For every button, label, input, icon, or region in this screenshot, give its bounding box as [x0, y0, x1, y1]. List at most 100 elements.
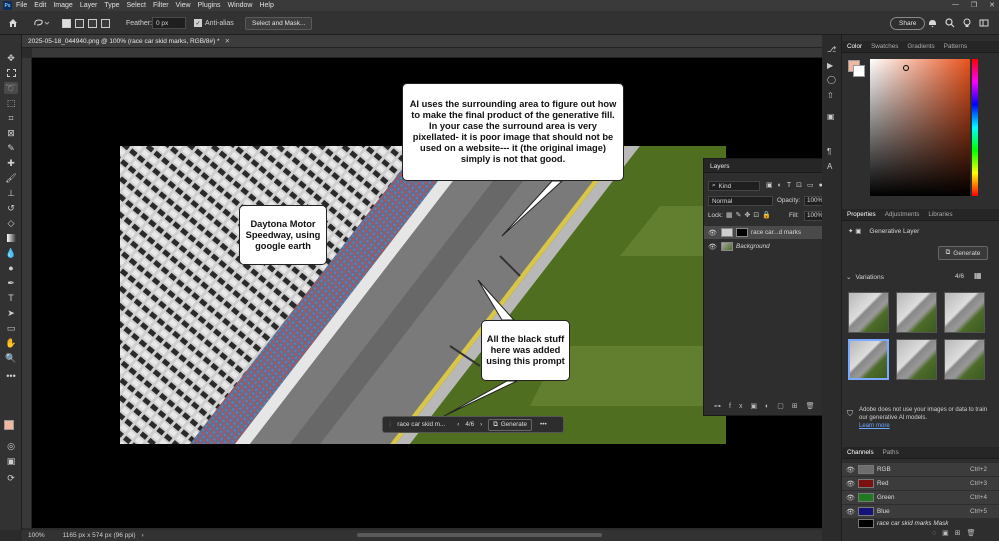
visibility-eye-icon[interactable]: 👁: [708, 229, 717, 237]
tab-color[interactable]: Color: [847, 43, 862, 50]
channel-row[interactable]: 👁 RGB Ctrl+2: [842, 463, 999, 476]
tab-libraries[interactable]: Libraries: [928, 211, 952, 218]
intersect-selection-icon[interactable]: [101, 16, 110, 30]
menu-image[interactable]: Image: [53, 2, 72, 9]
edit-toolbar-icon[interactable]: •••: [4, 370, 18, 382]
menu-filter[interactable]: Filter: [153, 2, 169, 9]
path-selection-tool-icon[interactable]: ➤: [4, 307, 18, 319]
spot-healing-tool-icon[interactable]: ✚: [4, 157, 18, 169]
play-actions-icon[interactable]: ▶: [827, 61, 833, 70]
foreground-color-swatch[interactable]: [4, 420, 14, 430]
chevron-down-icon[interactable]: ⌄: [846, 273, 851, 281]
restore-icon[interactable]: ❐: [971, 1, 977, 9]
new-selection-icon[interactable]: [62, 16, 71, 30]
rectangle-tool-icon[interactable]: ▭: [4, 322, 18, 334]
layer-filter-icons[interactable]: ▣◐T⊡▭●: [766, 181, 828, 189]
layers-footer-icons[interactable]: ⊶fx▣◐▢⊞🗑: [714, 402, 823, 410]
bell-icon[interactable]: [928, 16, 937, 30]
select-and-mask-button[interactable]: Select and Mask...: [245, 16, 313, 30]
taskbar-generate-button[interactable]: ⧉ Generate: [488, 418, 533, 431]
background-swatch[interactable]: [853, 65, 865, 77]
history-icon[interactable]: ⎇: [827, 45, 836, 54]
variation-thumbnail[interactable]: [896, 292, 937, 333]
libraries-icon[interactable]: ▣: [827, 112, 835, 121]
screen-mode-icon[interactable]: ▣: [4, 455, 18, 467]
dodge-tool-icon[interactable]: ●: [4, 262, 18, 274]
workspace-icon[interactable]: [979, 16, 989, 30]
prompt-input[interactable]: race car skid m...: [397, 421, 451, 428]
channel-row[interactable]: 👁 Blue Ctrl+5: [842, 505, 999, 518]
layers-tab[interactable]: Layers: [710, 163, 730, 170]
gradient-tool-icon[interactable]: [4, 232, 18, 244]
comments-icon[interactable]: ◯: [827, 75, 836, 84]
zoom-level[interactable]: 100%: [28, 532, 45, 539]
feather-input[interactable]: 0 px: [152, 17, 186, 29]
lock-icons[interactable]: ▦✎✥⊡🔒: [726, 211, 774, 219]
properties-generate-button[interactable]: ⧉ Generate: [938, 246, 988, 260]
export-icon[interactable]: ⇧: [827, 91, 834, 100]
lasso-tool-icon[interactable]: ➰: [4, 82, 18, 94]
add-selection-icon[interactable]: [75, 16, 84, 30]
blend-mode-select[interactable]: Normal: [708, 196, 773, 206]
tab-swatches[interactable]: Swatches: [871, 43, 898, 50]
pen-tool-icon[interactable]: ✒: [4, 277, 18, 289]
close-window-icon[interactable]: ✕: [989, 1, 995, 9]
zoom-tool-icon[interactable]: 🔍: [4, 352, 18, 364]
menu-plugins[interactable]: Plugins: [198, 2, 221, 9]
brush-tool-icon[interactable]: 🖌: [4, 172, 18, 184]
eyedropper-tool-icon[interactable]: ✎: [4, 142, 18, 154]
visibility-eye-icon[interactable]: 👁: [846, 494, 855, 502]
hand-tool-icon[interactable]: ✋: [4, 337, 18, 349]
visibility-eye-icon[interactable]: 👁: [846, 508, 855, 516]
clone-stamp-tool-icon[interactable]: ⊥: [4, 187, 18, 199]
status-menu-icon[interactable]: ›: [142, 532, 144, 539]
variation-thumbnail[interactable]: [944, 339, 985, 380]
character-icon[interactable]: A: [827, 162, 832, 171]
color-field[interactable]: [870, 59, 970, 196]
menu-window[interactable]: Window: [228, 2, 253, 9]
more-options-icon[interactable]: •••: [540, 421, 547, 428]
channels-footer-icons[interactable]: ◌▣⊞🗑: [932, 529, 982, 537]
tab-paths[interactable]: Paths: [883, 449, 899, 456]
prev-variation-icon[interactable]: ‹: [457, 421, 459, 428]
paragraph-icon[interactable]: ¶: [827, 147, 831, 156]
menu-help[interactable]: Help: [259, 2, 273, 9]
eraser-tool-icon[interactable]: ◇: [4, 217, 18, 229]
variation-thumbnail[interactable]: [896, 339, 937, 380]
antialias-checkbox[interactable]: ✓ Anti-alias: [194, 16, 234, 30]
layer-row[interactable]: 👁 race car...d marks ▣: [704, 226, 838, 239]
discover-lightbulb-icon[interactable]: [962, 16, 972, 30]
variation-thumbnail[interactable]: [848, 292, 889, 333]
horizontal-scrollbar[interactable]: [357, 533, 602, 537]
history-brush-tool-icon[interactable]: ↺: [4, 202, 18, 214]
tab-patterns[interactable]: Patterns: [944, 43, 967, 50]
object-selection-tool-icon[interactable]: ⬚: [4, 97, 18, 109]
menu-edit[interactable]: Edit: [34, 2, 46, 9]
move-tool-icon[interactable]: ✥: [4, 52, 18, 64]
search-icon[interactable]: [945, 16, 955, 30]
share-button[interactable]: Share: [890, 16, 926, 30]
channel-row-mask[interactable]: race car skid marks Mask: [842, 519, 999, 528]
crop-tool-icon[interactable]: ⌗: [4, 112, 18, 124]
menu-select[interactable]: Select: [127, 2, 146, 9]
minimize-icon[interactable]: —: [952, 1, 959, 9]
menu-type[interactable]: Type: [104, 2, 119, 9]
grid-view-icon[interactable]: ▦: [974, 271, 984, 281]
frame-tool-icon[interactable]: ⊠: [4, 127, 18, 139]
subtract-selection-icon[interactable]: [88, 16, 97, 30]
tab-channels[interactable]: Channels: [847, 449, 874, 456]
learn-more-link[interactable]: Learn more: [859, 423, 890, 429]
marquee-tool-icon[interactable]: [4, 67, 18, 79]
blur-tool-icon[interactable]: 💧: [4, 247, 18, 259]
layer-filter-kind[interactable]: ⌕ Kind: [708, 181, 760, 191]
channel-row[interactable]: 👁 Red Ctrl+3: [842, 477, 999, 490]
tab-adjustments[interactable]: Adjustments: [885, 211, 920, 218]
menu-file[interactable]: File: [16, 2, 27, 9]
visibility-eye-icon[interactable]: 👁: [708, 243, 717, 251]
tab-properties[interactable]: Properties: [847, 211, 876, 218]
channel-row[interactable]: 👁 Green Ctrl+4: [842, 491, 999, 504]
share-for-review-icon[interactable]: ⟳: [4, 472, 18, 484]
menu-view[interactable]: View: [176, 2, 191, 9]
menu-layer[interactable]: Layer: [80, 2, 98, 9]
tab-gradients[interactable]: Gradients: [907, 43, 934, 50]
